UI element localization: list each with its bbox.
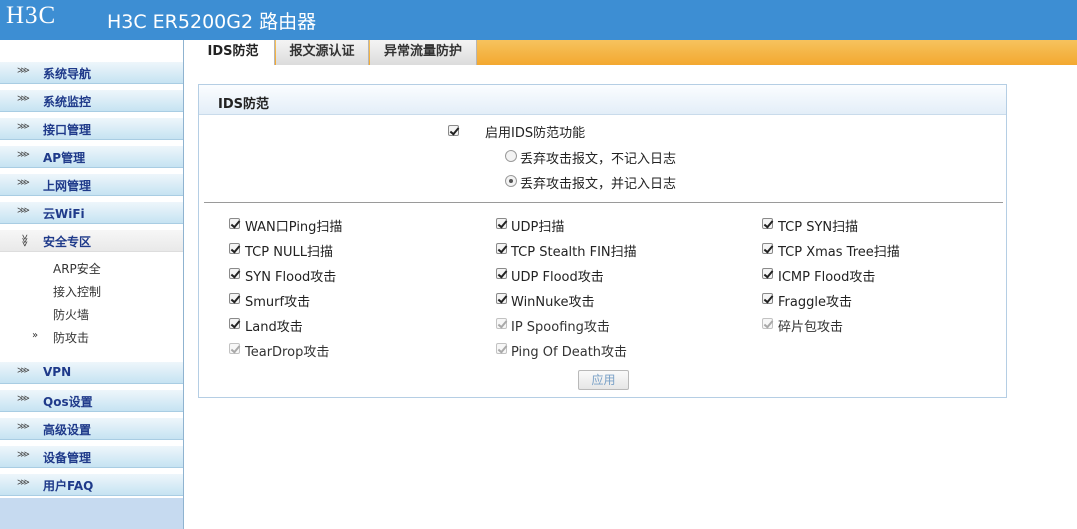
panel-title: IDS防范	[218, 97, 269, 112]
sidebar-item-system-nav[interactable]: ⋙ 系统导航	[0, 62, 183, 84]
attack-checkbox-smurf[interactable]	[229, 293, 240, 304]
attack-checkbox-teardrop	[229, 343, 240, 354]
sidebar: ⋙ 系统导航 ⋙ 系统监控 ⋙ 接口管理 ⋙ AP管理 ⋙ 上网管理 ⋙ 云Wi…	[0, 40, 183, 529]
sidebar-subitem-access-control[interactable]: 接入控制	[53, 283, 101, 300]
tab-ids[interactable]: IDS防范	[192, 40, 275, 65]
sidebar-item-internet[interactable]: ⋙ 上网管理	[0, 174, 183, 196]
attack-checkbox-fraggle[interactable]	[762, 293, 773, 304]
expand-arrow-icon: ⋙	[17, 178, 30, 188]
attack-checkbox-syn-flood[interactable]	[229, 268, 240, 279]
sidebar-item-label: 接口管理	[43, 123, 92, 137]
attack-checkbox-ip-spoofing	[496, 318, 507, 329]
sidebar-item-label: 用户FAQ	[43, 479, 94, 493]
sidebar-item-ap[interactable]: ⋙ AP管理	[0, 146, 183, 168]
sidebar-item-security[interactable]: ⋙ 安全专区	[0, 230, 183, 252]
sidebar-item-label: Qos设置	[43, 395, 93, 409]
expand-arrow-icon: ⋙	[17, 394, 30, 404]
sidebar-footer	[0, 498, 183, 529]
expand-arrow-icon: ⋙	[17, 94, 30, 104]
app-title: H3C ER5200G2 路由器	[107, 11, 317, 33]
attack-label: Ping Of Death攻击	[511, 345, 628, 360]
attack-label: TCP NULL扫描	[245, 245, 333, 260]
attack-checkbox-tcp-xmas[interactable]	[762, 243, 773, 254]
attack-checkbox-tcp-syn[interactable]	[762, 218, 773, 229]
attack-checkbox-tcp-null[interactable]	[229, 243, 240, 254]
attack-label: Smurf攻击	[245, 295, 311, 310]
expand-arrow-icon: ⋙	[17, 206, 30, 216]
sidebar-item-interface[interactable]: ⋙ 接口管理	[0, 118, 183, 140]
attack-label: UDP扫描	[511, 220, 565, 235]
radio-drop-no-log[interactable]	[505, 150, 517, 162]
attack-label: TearDrop攻击	[245, 345, 330, 360]
attack-checkbox-tcp-stealth-fin[interactable]	[496, 243, 507, 254]
sidebar-item-system-monitor[interactable]: ⋙ 系统监控	[0, 90, 183, 112]
attack-checkbox-land[interactable]	[229, 318, 240, 329]
radio-drop-with-log-label: 丢弃攻击报文，并记入日志	[520, 177, 677, 192]
sidebar-item-qos[interactable]: ⋙ Qos设置	[0, 390, 183, 412]
sidebar-item-label: 云WiFi	[43, 207, 85, 221]
enable-ids-label: 启用IDS防范功能	[485, 126, 586, 141]
attack-checkbox-wan-ping[interactable]	[229, 218, 240, 229]
attack-checkbox-udp-scan[interactable]	[496, 218, 507, 229]
attack-label: IP Spoofing攻击	[511, 320, 610, 335]
attack-label: Land攻击	[245, 320, 303, 335]
attack-checkbox-fragment	[762, 318, 773, 329]
attack-checkbox-icmp-flood[interactable]	[762, 268, 773, 279]
h3c-logo: H3C	[6, 2, 57, 29]
section-divider	[204, 202, 1003, 203]
sidebar-item-cloud-wifi[interactable]: ⋙ 云WiFi	[0, 202, 183, 224]
expand-arrow-icon: ⋙	[17, 366, 30, 376]
attack-label: WinNuke攻击	[511, 295, 595, 310]
expand-arrow-icon: ⋙	[17, 150, 30, 160]
sidebar-item-label: 系统监控	[43, 95, 92, 109]
attack-checkbox-winnuke[interactable]	[496, 293, 507, 304]
expand-arrow-icon: ⋙	[17, 422, 30, 432]
sidebar-item-device[interactable]: ⋙ 设备管理	[0, 446, 183, 468]
sidebar-subitem-anti-attack[interactable]: 防攻击	[53, 329, 89, 346]
attack-label: 碎片包攻击	[778, 320, 844, 335]
sidebar-item-label: 安全专区	[43, 235, 92, 249]
attack-label: TCP SYN扫描	[778, 220, 859, 235]
ids-panel: IDS防范 启用IDS防范功能 丢弃攻击报文，不记入日志 丢弃攻击报文，并记入日…	[198, 84, 1007, 398]
current-item-arrow-icon: »	[32, 330, 39, 341]
sidebar-item-advanced[interactable]: ⋙ 高级设置	[0, 418, 183, 440]
attack-label: WAN口Ping扫描	[245, 220, 343, 235]
sidebar-subitem-arp[interactable]: ARP安全	[53, 260, 101, 277]
header-bar: H3C H3C ER5200G2 路由器	[0, 0, 1077, 40]
sidebar-item-label: 设备管理	[43, 451, 92, 465]
sidebar-item-label: 高级设置	[43, 423, 92, 437]
tab-bar: IDS防范 报文源认证 异常流量防护	[192, 40, 1077, 65]
expand-arrow-icon: ⋙	[17, 66, 30, 76]
expand-arrow-icon: ⋙	[17, 122, 30, 132]
apply-button[interactable]: 应用	[578, 370, 629, 390]
attack-label: ICMP Flood攻击	[778, 270, 876, 285]
sidebar-item-label: AP管理	[43, 151, 86, 165]
attack-checkbox-ping-of-death	[496, 343, 507, 354]
panel-header: IDS防范	[199, 85, 1006, 115]
attack-label: TCP Xmas Tree扫描	[778, 245, 900, 260]
sidebar-divider	[183, 40, 193, 529]
attack-label: UDP Flood攻击	[511, 270, 604, 285]
tab-source-auth[interactable]: 报文源认证	[276, 40, 369, 65]
enable-ids-checkbox[interactable]	[448, 125, 459, 136]
attack-label: Fraggle攻击	[778, 295, 852, 310]
radio-drop-no-log-label: 丢弃攻击报文，不记入日志	[520, 152, 677, 167]
attack-checkbox-udp-flood[interactable]	[496, 268, 507, 279]
sidebar-item-label: 上网管理	[43, 179, 92, 193]
attack-label: SYN Flood攻击	[245, 270, 337, 285]
expand-arrow-icon: ⋙	[17, 478, 30, 488]
radio-drop-with-log[interactable]	[505, 175, 517, 187]
tab-abnormal-traffic[interactable]: 异常流量防护	[370, 40, 477, 65]
collapse-arrow-icon: ⋙	[18, 234, 29, 246]
attack-label: TCP Stealth FIN扫描	[511, 245, 637, 260]
sidebar-item-faq[interactable]: ⋙ 用户FAQ	[0, 474, 183, 496]
sidebar-item-vpn[interactable]: ⋙ VPN	[0, 362, 183, 384]
sidebar-item-label: VPN	[43, 365, 72, 379]
sidebar-item-label: 系统导航	[43, 67, 92, 81]
sidebar-subitem-firewall[interactable]: 防火墙	[53, 306, 89, 323]
expand-arrow-icon: ⋙	[17, 450, 30, 460]
